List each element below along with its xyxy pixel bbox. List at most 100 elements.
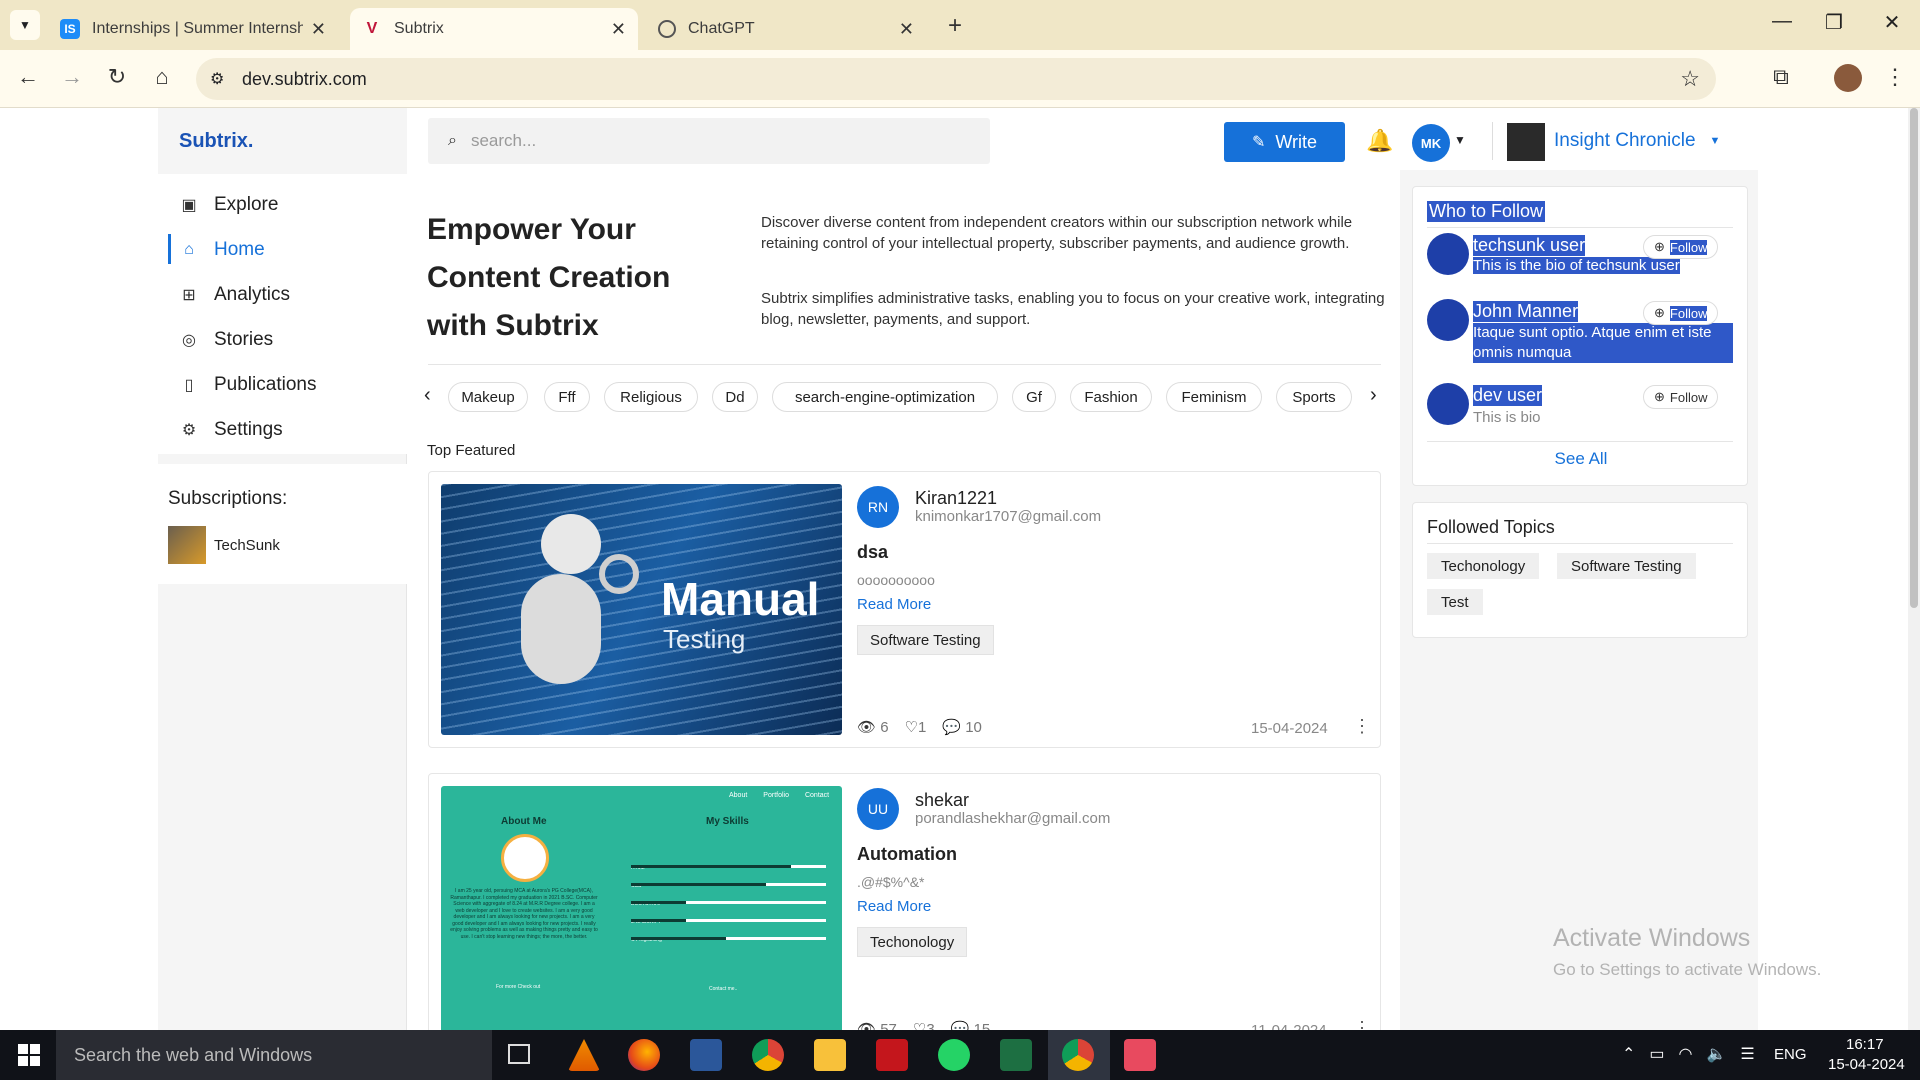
- close-tab-icon[interactable]: ✕: [899, 19, 914, 40]
- notification-icon[interactable]: ☰: [1740, 1044, 1754, 1064]
- topic-chip[interactable]: Techonology: [1427, 553, 1540, 579]
- post-thumbnail[interactable]: Manual Testing: [441, 484, 842, 735]
- category-chip[interactable]: Dd: [712, 382, 758, 412]
- category-chip[interactable]: Fashion: [1070, 382, 1152, 412]
- sidebar-item-explore[interactable]: ▣ Explore: [180, 194, 278, 216]
- chrome-icon[interactable]: [752, 1039, 784, 1071]
- write-button[interactable]: ✎ Write: [1224, 122, 1345, 162]
- site-info-icon[interactable]: ⚙: [210, 69, 224, 89]
- tab-internships[interactable]: IS Internships | Summer Internship ✕: [48, 8, 338, 50]
- tab-list-dropdown[interactable]: ▼: [10, 10, 40, 40]
- post-tag[interactable]: Software Testing: [857, 625, 994, 655]
- post-card[interactable]: About Portfolio Contact About Me My Skil…: [428, 773, 1381, 1030]
- categories-prev-icon[interactable]: ‹: [424, 384, 431, 407]
- sidebar-item-publications[interactable]: ▯ Publications: [180, 374, 317, 396]
- tab-chatgpt[interactable]: ChatGPT ✕: [646, 8, 926, 50]
- comments-stat[interactable]: 💬 15: [951, 1020, 991, 1030]
- page-scrollbar[interactable]: [1908, 108, 1920, 1030]
- language-indicator[interactable]: ENG: [1774, 1046, 1807, 1063]
- post-title[interactable]: Automation: [857, 844, 957, 865]
- user-menu-chevron-icon[interactable]: ▼: [1454, 133, 1466, 147]
- back-icon[interactable]: ←: [13, 64, 43, 90]
- site-logo[interactable]: Subtrix.: [179, 130, 253, 153]
- wifi-icon[interactable]: ◠: [1679, 1044, 1693, 1064]
- profile-avatar[interactable]: [1834, 64, 1862, 92]
- whatsapp-icon[interactable]: [938, 1039, 970, 1071]
- sidebar-item-home[interactable]: ⌂ Home: [180, 239, 265, 261]
- scrollbar-thumb[interactable]: [1910, 108, 1918, 608]
- category-chip[interactable]: Sports: [1276, 382, 1352, 412]
- user-avatar[interactable]: [1427, 299, 1469, 341]
- forward-icon[interactable]: →: [57, 64, 87, 90]
- read-more-link[interactable]: Read More: [857, 596, 931, 613]
- tab-subtrix[interactable]: V Subtrix ✕: [350, 8, 638, 50]
- sidebar-item-stories[interactable]: ◎ Stories: [180, 329, 273, 351]
- suggested-user-name[interactable]: dev user: [1473, 385, 1543, 406]
- subscription-item[interactable]: TechSunk: [168, 526, 280, 564]
- see-all-link[interactable]: See All: [1413, 449, 1749, 469]
- suggested-user-name[interactable]: techsunk user: [1473, 235, 1586, 256]
- post-title[interactable]: dsa: [857, 542, 888, 563]
- likes-stat[interactable]: ♡3: [913, 1020, 935, 1030]
- search-input[interactable]: ⌕ search...: [428, 118, 990, 164]
- category-chip[interactable]: search-engine-optimization: [772, 382, 998, 412]
- author-name[interactable]: Kiran1221: [915, 488, 997, 509]
- author-name[interactable]: shekar: [915, 790, 969, 811]
- acrobat-icon[interactable]: [876, 1039, 908, 1071]
- post-tag[interactable]: Techonology: [857, 927, 968, 957]
- topic-chip[interactable]: Software Testing: [1557, 553, 1696, 579]
- user-avatar[interactable]: [1427, 233, 1469, 275]
- chrome-profile-icon[interactable]: [1062, 1039, 1094, 1071]
- category-chip[interactable]: Feminism: [1166, 382, 1262, 412]
- battery-icon[interactable]: ▭: [1649, 1044, 1664, 1064]
- clock-time[interactable]: 16:17: [1846, 1036, 1884, 1053]
- excel-icon[interactable]: [1000, 1039, 1032, 1071]
- topic-chip[interactable]: Test: [1427, 589, 1483, 615]
- browser-menu-icon[interactable]: ⋮: [1880, 64, 1910, 90]
- chevron-up-icon[interactable]: ⌃: [1622, 1044, 1635, 1064]
- publication-thumbnail[interactable]: [1507, 123, 1545, 161]
- task-view-icon[interactable]: [508, 1044, 530, 1064]
- author-avatar[interactable]: RN: [857, 486, 899, 528]
- post-thumbnail[interactable]: About Portfolio Contact About Me My Skil…: [441, 786, 842, 1030]
- minimize-icon[interactable]: —: [1762, 10, 1802, 33]
- bookmark-star-icon[interactable]: ☆: [1680, 66, 1700, 92]
- extensions-icon[interactable]: ⧉: [1766, 64, 1796, 90]
- category-chip[interactable]: Fff: [544, 382, 590, 412]
- sidebar-item-analytics[interactable]: ⊞ Analytics: [180, 284, 290, 306]
- snipping-tool-icon[interactable]: [1124, 1039, 1156, 1071]
- close-tab-icon[interactable]: ✕: [311, 19, 326, 40]
- category-chip[interactable]: Gf: [1012, 382, 1056, 412]
- new-tab-button[interactable]: +: [948, 12, 962, 40]
- restore-icon[interactable]: ❐: [1814, 10, 1854, 35]
- bell-icon[interactable]: 🔔: [1366, 128, 1393, 154]
- taskbar-search[interactable]: Search the web and Windows: [56, 1030, 492, 1080]
- clock-date[interactable]: 15-04-2024: [1828, 1056, 1905, 1073]
- category-chip[interactable]: Makeup: [448, 382, 528, 412]
- home-button-icon[interactable]: ⌂: [147, 64, 177, 90]
- sidebar-item-settings[interactable]: ⚙ Settings: [180, 419, 283, 441]
- author-avatar[interactable]: UU: [857, 788, 899, 830]
- comments-stat[interactable]: 💬 10: [942, 718, 982, 736]
- user-avatar[interactable]: [1427, 383, 1469, 425]
- address-bar[interactable]: ⚙ dev.subtrix.com ☆: [196, 58, 1716, 100]
- post-menu-icon[interactable]: ⋮: [1353, 1018, 1371, 1030]
- windows-start-icon[interactable]: [18, 1044, 40, 1066]
- close-tab-icon[interactable]: ✕: [611, 19, 626, 40]
- likes-stat[interactable]: ♡1: [905, 718, 927, 736]
- post-card[interactable]: Manual Testing RN Kiran1221 knimonkar170…: [428, 471, 1381, 748]
- reload-icon[interactable]: ↻: [102, 64, 132, 90]
- read-more-link[interactable]: Read More: [857, 898, 931, 915]
- user-avatar[interactable]: MK: [1412, 124, 1450, 162]
- publication-switcher[interactable]: Insight Chronicle ▼: [1554, 130, 1720, 152]
- category-chip[interactable]: Religious: [604, 382, 698, 412]
- suggested-user-name[interactable]: John Manner: [1473, 301, 1579, 322]
- post-menu-icon[interactable]: ⋮: [1353, 716, 1371, 737]
- vlc-icon[interactable]: [568, 1039, 600, 1071]
- tray-icons[interactable]: ⌃ ▭ ◠ 🔈 ☰: [1622, 1044, 1755, 1064]
- follow-button[interactable]: ⊕ Follow: [1643, 385, 1719, 409]
- firefox-icon[interactable]: [628, 1039, 660, 1071]
- follow-button[interactable]: ⊕ Follow: [1643, 235, 1719, 259]
- categories-next-icon[interactable]: ›: [1370, 384, 1377, 407]
- word-icon[interactable]: [690, 1039, 722, 1071]
